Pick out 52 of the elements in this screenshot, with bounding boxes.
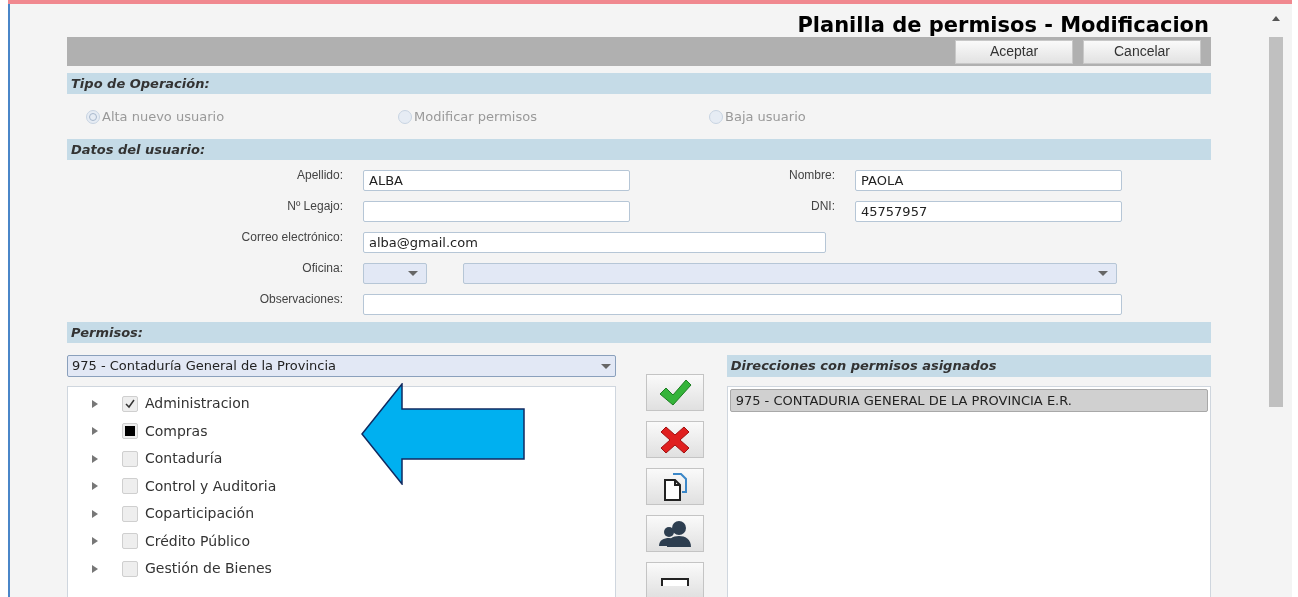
checkmark-icon [657,377,692,408]
text-field[interactable]: PAOLA [855,170,1122,191]
caret-icon [408,271,418,276]
tool-button[interactable] [645,421,704,458]
checkbox[interactable] [122,423,138,440]
tool-button[interactable] [645,468,704,505]
tree-item[interactable]: Crédito Público [92,527,616,555]
scrollbar-thumb[interactable] [1269,37,1283,407]
page-title: Planilla de permisos - Modificacion [797,13,1209,37]
tree-item[interactable]: Administracion [92,390,616,418]
tree-item[interactable]: Compras [92,417,616,445]
checkbox[interactable] [122,450,138,467]
radio-label: Baja usuario [725,107,806,126]
radio-label: Modificar permisos [414,107,537,126]
tool-button[interactable] [645,515,704,552]
text-field[interactable]: alba@gmail.com [363,232,826,253]
tree-item[interactable]: Contaduría [92,445,616,473]
caret-icon [1098,271,1108,276]
action-button[interactable]: Aceptar [955,39,1073,64]
section-header: Permisos: [67,322,1211,343]
tree-item[interactable]: Coparticipación [92,500,616,528]
tree-item[interactable]: Control y Auditoria [92,472,616,500]
text-field[interactable]: ALBA [363,170,630,191]
checkbox[interactable] [122,478,138,495]
field-label: Oficina: [301,260,344,277]
field-label: Correo electrónico: [240,229,344,246]
list-header: Direcciones con permisos asignados [726,355,1211,377]
action-button[interactable]: Cancelar [1083,39,1201,64]
checkbox[interactable] [122,533,138,550]
checkbox[interactable] [122,505,138,522]
office-code-select[interactable] [363,263,427,284]
caret-icon [601,363,612,369]
field-label: DNI: [810,198,836,215]
direction-select[interactable]: 975 - Contaduría General de la Provincia [67,355,617,377]
field-label: Nº Legajo: [286,198,344,215]
field-label: Observaciones: [258,291,344,308]
tool-button[interactable] [645,562,704,597]
users-icon [656,518,693,549]
section-header: Datos del usuario: [67,139,1211,160]
checkbox[interactable] [122,560,138,577]
scroll-up-icon[interactable] [1272,16,1280,21]
tree-item[interactable]: Gestión de Bienes [92,555,616,583]
text-field[interactable] [363,294,1122,315]
text-field[interactable]: 45757957 [855,201,1122,222]
field-label: Apellido: [295,167,344,184]
text-field[interactable] [363,201,630,222]
office-select[interactable] [463,263,1117,284]
radio-label: Alta nuevo usuario [102,107,225,126]
checkbox[interactable] [122,395,138,412]
field-label: Nombre: [788,167,836,184]
list-item[interactable]: 975 - CONTADURIA GENERAL DE LA PROVINCIA E.R. [729,389,1208,412]
section-header: Tipo de Operación: [67,73,1211,94]
